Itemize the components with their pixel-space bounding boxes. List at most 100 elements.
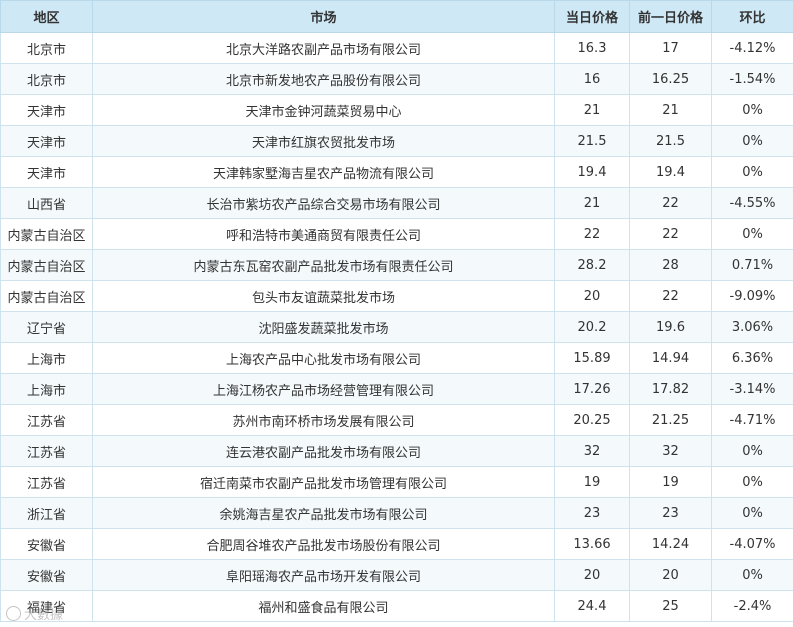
cell-change-ratio: 0% xyxy=(711,559,793,591)
header-region[interactable]: 地区 xyxy=(0,0,93,33)
cell-market: 呼和浩特市美通商贸有限责任公司 xyxy=(92,218,555,250)
cell-change-ratio: -3.14% xyxy=(711,373,793,405)
cell-today-price: 22 xyxy=(554,218,630,250)
cell-region: 安徽省 xyxy=(0,528,93,560)
table-row: 上海市 上海江杨农产品市场经营管理有限公司 17.26 17.82 -3.14% xyxy=(0,373,793,405)
cell-today-price: 32 xyxy=(554,435,630,467)
table-header-row: 地区 市场 当日价格 前一日价格 环比 xyxy=(0,0,793,33)
cell-today-price: 24.4 xyxy=(554,590,630,622)
cell-region: 江苏省 xyxy=(0,404,93,436)
table-row: 北京市 北京市新发地农产品股份有限公司 16 16.25 -1.54% xyxy=(0,63,793,95)
cell-region: 浙江省 xyxy=(0,497,93,529)
cell-region: 天津市 xyxy=(0,94,93,126)
cell-region: 江苏省 xyxy=(0,466,93,498)
price-table-view: 地区 市场 当日价格 前一日价格 环比 北京市 北京大洋路农副产品市场有限公司 16… xyxy=(0,0,793,627)
cell-today-price: 19.4 xyxy=(554,156,630,188)
cell-today-price: 20.25 xyxy=(554,404,630,436)
cell-today-price: 13.66 xyxy=(554,528,630,560)
cell-market: 余姚海吉星农产品批发市场有限公司 xyxy=(92,497,555,529)
table-row: 山西省 长治市紫坊农产品综合交易市场有限公司 21 22 -4.55% xyxy=(0,187,793,219)
cell-market: 北京大洋路农副产品市场有限公司 xyxy=(92,32,555,64)
cell-region: 天津市 xyxy=(0,156,93,188)
cell-today-price: 20.2 xyxy=(554,311,630,343)
cell-previous-day-price: 21.5 xyxy=(629,125,712,157)
cell-market: 长治市紫坊农产品综合交易市场有限公司 xyxy=(92,187,555,219)
cell-today-price: 21 xyxy=(554,187,630,219)
cell-previous-day-price: 32 xyxy=(629,435,712,467)
cell-market: 天津市金钟河蔬菜贸易中心 xyxy=(92,94,555,126)
cell-region: 上海市 xyxy=(0,342,93,374)
cell-market: 内蒙古东瓦窑农副产品批发市场有限责任公司 xyxy=(92,249,555,281)
cell-market: 阜阳瑶海农产品市场开发有限公司 xyxy=(92,559,555,591)
cell-change-ratio: 0% xyxy=(711,466,793,498)
cell-previous-day-price: 25 xyxy=(629,590,712,622)
cell-previous-day-price: 17 xyxy=(629,32,712,64)
cell-today-price: 21 xyxy=(554,94,630,126)
header-today-price[interactable]: 当日价格 xyxy=(554,0,630,33)
table-row: 辽宁省 沈阳盛发蔬菜批发市场 20.2 19.6 3.06% xyxy=(0,311,793,343)
market-price-table: 地区 市场 当日价格 前一日价格 环比 北京市 北京大洋路农副产品市场有限公司 16… xyxy=(0,0,793,622)
cell-previous-day-price: 14.94 xyxy=(629,342,712,374)
cell-market: 北京市新发地农产品股份有限公司 xyxy=(92,63,555,95)
header-change-ratio[interactable]: 环比 xyxy=(711,0,793,33)
table-row: 天津市 天津韩家墅海吉星农产品物流有限公司 19.4 19.4 0% xyxy=(0,156,793,188)
cell-region: 内蒙古自治区 xyxy=(0,280,93,312)
cell-previous-day-price: 22 xyxy=(629,218,712,250)
cell-region: 辽宁省 xyxy=(0,311,93,343)
cell-change-ratio: 0% xyxy=(711,435,793,467)
cell-previous-day-price: 22 xyxy=(629,280,712,312)
table-row: 浙江省 余姚海吉星农产品批发市场有限公司 23 23 0% xyxy=(0,497,793,529)
table-row: 北京市 北京大洋路农副产品市场有限公司 16.3 17 -4.12% xyxy=(0,32,793,64)
table-row: 天津市 天津市金钟河蔬菜贸易中心 21 21 0% xyxy=(0,94,793,126)
cell-market: 上海江杨农产品市场经营管理有限公司 xyxy=(92,373,555,405)
cell-region: 北京市 xyxy=(0,32,93,64)
cell-previous-day-price: 19 xyxy=(629,466,712,498)
cell-previous-day-price: 17.82 xyxy=(629,373,712,405)
cell-today-price: 19 xyxy=(554,466,630,498)
cell-region: 上海市 xyxy=(0,373,93,405)
cell-previous-day-price: 22 xyxy=(629,187,712,219)
cell-change-ratio: -9.09% xyxy=(711,280,793,312)
cell-market: 天津韩家墅海吉星农产品物流有限公司 xyxy=(92,156,555,188)
cell-change-ratio: 0% xyxy=(711,218,793,250)
header-market[interactable]: 市场 xyxy=(92,0,555,33)
cell-change-ratio: -4.71% xyxy=(711,404,793,436)
cell-market: 连云港农副产品批发市场有限公司 xyxy=(92,435,555,467)
cell-today-price: 16.3 xyxy=(554,32,630,64)
cell-region: 天津市 xyxy=(0,125,93,157)
cell-change-ratio: 0% xyxy=(711,125,793,157)
cell-today-price: 15.89 xyxy=(554,342,630,374)
cell-today-price: 21.5 xyxy=(554,125,630,157)
cell-change-ratio: -1.54% xyxy=(711,63,793,95)
table-row: 江苏省 苏州市南环桥市场发展有限公司 20.25 21.25 -4.71% xyxy=(0,404,793,436)
cell-market: 福州和盛食品有限公司 xyxy=(92,590,555,622)
table-row: 内蒙古自治区 包头市友谊蔬菜批发市场 20 22 -9.09% xyxy=(0,280,793,312)
cell-previous-day-price: 23 xyxy=(629,497,712,529)
cell-previous-day-price: 14.24 xyxy=(629,528,712,560)
cell-change-ratio: -2.4% xyxy=(711,590,793,622)
table-row: 天津市 天津市红旗农贸批发市场 21.5 21.5 0% xyxy=(0,125,793,157)
cell-previous-day-price: 20 xyxy=(629,559,712,591)
cell-today-price: 16 xyxy=(554,63,630,95)
cell-today-price: 20 xyxy=(554,280,630,312)
cell-previous-day-price: 16.25 xyxy=(629,63,712,95)
cell-change-ratio: 0% xyxy=(711,497,793,529)
table-row: 上海市 上海农产品中心批发市场有限公司 15.89 14.94 6.36% xyxy=(0,342,793,374)
cell-previous-day-price: 19.4 xyxy=(629,156,712,188)
cell-change-ratio: 0.71% xyxy=(711,249,793,281)
table-row: 安徽省 合肥周谷堆农产品批发市场股份有限公司 13.66 14.24 -4.07% xyxy=(0,528,793,560)
table-row: 内蒙古自治区 呼和浩特市美通商贸有限责任公司 22 22 0% xyxy=(0,218,793,250)
cell-previous-day-price: 28 xyxy=(629,249,712,281)
table-row: 安徽省 阜阳瑶海农产品市场开发有限公司 20 20 0% xyxy=(0,559,793,591)
cell-previous-day-price: 19.6 xyxy=(629,311,712,343)
cell-market: 上海农产品中心批发市场有限公司 xyxy=(92,342,555,374)
cell-region: 山西省 xyxy=(0,187,93,219)
cell-market: 合肥周谷堆农产品批发市场股份有限公司 xyxy=(92,528,555,560)
cell-today-price: 20 xyxy=(554,559,630,591)
cell-market: 包头市友谊蔬菜批发市场 xyxy=(92,280,555,312)
header-previous-day-price[interactable]: 前一日价格 xyxy=(629,0,712,33)
table-body: 北京市 北京大洋路农副产品市场有限公司 16.3 17 -4.12% 北京市 北京市新发地农… xyxy=(0,32,793,622)
cell-today-price: 17.26 xyxy=(554,373,630,405)
cell-change-ratio: 6.36% xyxy=(711,342,793,374)
cell-market: 天津市红旗农贸批发市场 xyxy=(92,125,555,157)
